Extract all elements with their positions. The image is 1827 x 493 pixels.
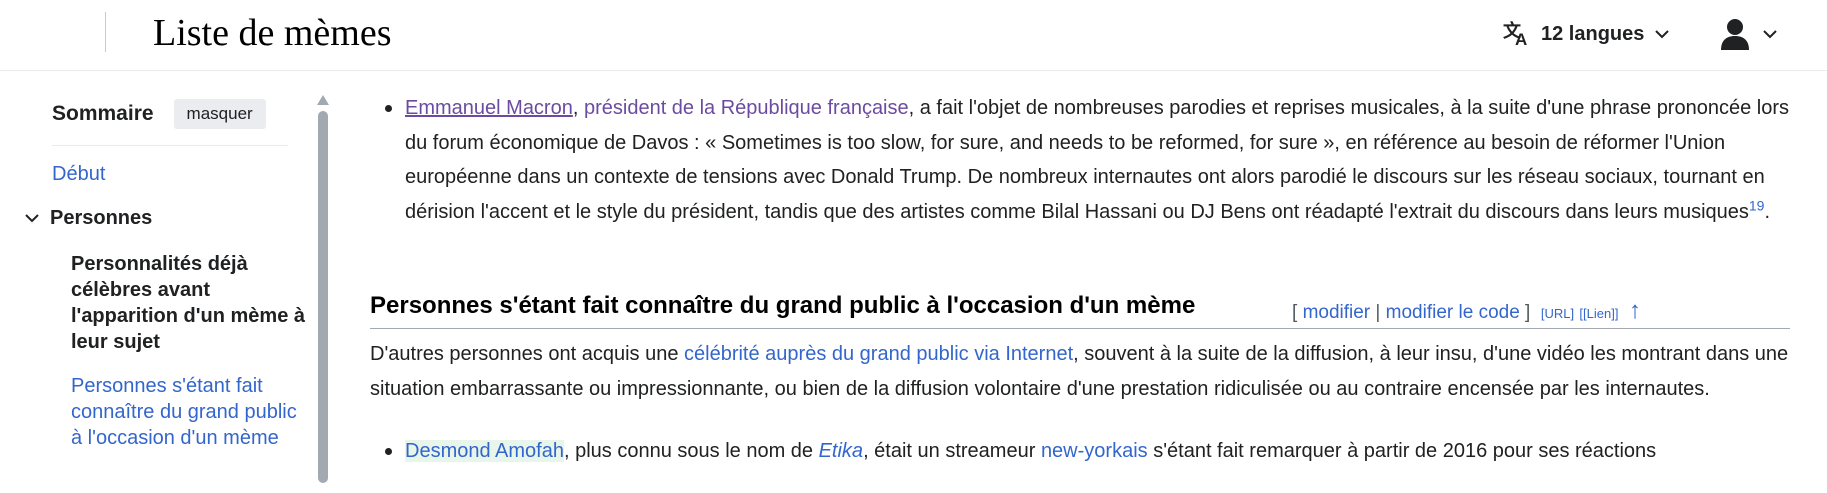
toc-item-label: Personnes	[50, 207, 153, 229]
section-title: Personnes s'étant fait connaître du gran…	[370, 292, 1196, 319]
pipe-separator: |	[1375, 302, 1381, 323]
link-etika[interactable]: Etika	[819, 440, 863, 462]
section-edit-links: [ modifier | modifier le code ] [URL] [[…	[1292, 294, 1641, 332]
scroll-up-arrow-icon[interactable]	[317, 95, 329, 105]
user-icon	[1720, 18, 1750, 50]
link-emmanuel-macron[interactable]: Emmanuel Macron	[405, 97, 573, 119]
chevron-down-icon[interactable]	[24, 210, 40, 228]
item-end: .	[1764, 200, 1771, 223]
section-heading: Personnes s'étant fait connaître du gran…	[370, 284, 1790, 329]
url-link[interactable]: [URL]	[1541, 306, 1574, 321]
toc-header: Sommaire masquer	[52, 99, 266, 129]
paragraph-text: D'autres personnes ont acquis une	[370, 343, 685, 365]
link-president[interactable]: président de la République française	[584, 97, 909, 119]
toc-item-personnes[interactable]: Personnes	[24, 207, 152, 230]
toc-title: Sommaire	[52, 102, 154, 125]
svg-text:A: A	[1515, 30, 1527, 47]
article-content: Emmanuel Macron, président de la Républi…	[370, 71, 1790, 493]
translate-icon: 文 A	[1503, 21, 1531, 47]
bracket-close: ]	[1525, 302, 1531, 323]
link-desmond-amofah[interactable]: Desmond Amofah	[405, 440, 564, 462]
edit-code-link[interactable]: modifier le code	[1386, 302, 1520, 323]
toc-item-personnalites[interactable]: Personnalités déjà célèbres avant l'appa…	[71, 251, 316, 355]
toc-item-personnes-mement[interactable]: Personnes s'étant fait connaître du gran…	[71, 373, 301, 451]
languages-label: 12 langues	[1541, 22, 1645, 45]
user-menu-button[interactable]	[1720, 12, 1778, 56]
scroll-thumb[interactable]	[318, 111, 328, 483]
toc-divider	[52, 145, 288, 146]
table-of-contents: Sommaire masquer Début Personnes Personn…	[0, 71, 340, 493]
toc-hide-button[interactable]: masquer	[173, 99, 266, 129]
bracket-open: [	[1292, 302, 1298, 323]
section-paragraph: D'autres personnes ont acquis une célébr…	[370, 337, 1790, 406]
back-to-top-arrow-icon[interactable]: ↑	[1629, 297, 1641, 324]
chevron-down-icon	[1654, 29, 1670, 39]
page-header: Liste de mèmes 文 A 12 langues	[0, 0, 1827, 71]
text-separator: ,	[572, 97, 584, 119]
page-title: Liste de mèmes	[153, 12, 392, 54]
list-item-macron: Emmanuel Macron, président de la Républi…	[405, 91, 1790, 229]
item-text: s'étant fait remarquer à partir de 2016 …	[1147, 440, 1657, 462]
chevron-down-icon	[1762, 29, 1778, 39]
item-text: , plus connu sous le nom de	[563, 440, 819, 462]
language-selector-button[interactable]: 文 A 12 langues	[1503, 14, 1670, 54]
link-new-yorkais[interactable]: new-yorkais	[1041, 440, 1148, 462]
toc-item-top[interactable]: Début	[52, 163, 105, 186]
list-item-amofah: Desmond Amofah, plus connu sous le nom d…	[405, 434, 1790, 469]
edit-link[interactable]: modifier	[1303, 302, 1371, 323]
lien-link[interactable]: [[Lien]]	[1579, 306, 1618, 321]
link-celebrite-internet[interactable]: célébrité auprès du grand public via Int…	[684, 343, 1073, 365]
list-bullet	[385, 105, 392, 112]
item-text: , était un streameur	[863, 440, 1041, 462]
toc-scrollbar[interactable]	[317, 95, 329, 493]
list-bullet	[385, 448, 392, 455]
header-divider	[105, 12, 106, 52]
reference-link[interactable]: 19	[1749, 197, 1765, 213]
